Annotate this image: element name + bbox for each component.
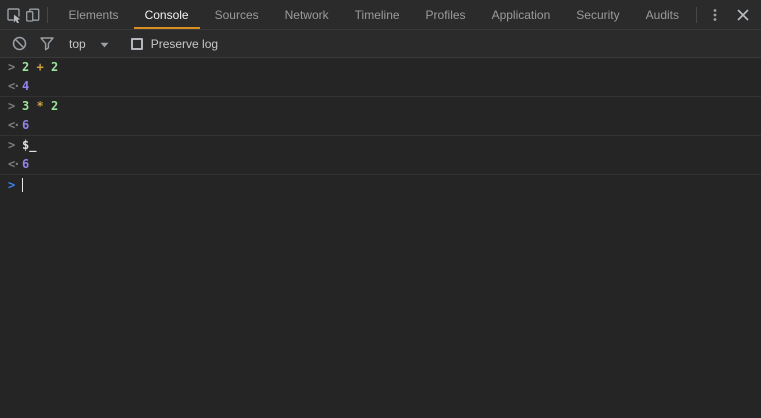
funnel-icon	[39, 36, 55, 51]
console-result-value: 6	[22, 157, 30, 171]
execution-context-selector[interactable]: top	[69, 37, 109, 51]
console-input-row: > $_	[0, 136, 761, 155]
tab-sources[interactable]: Sources	[202, 0, 272, 29]
panel-tabs: Elements Console Sources Network Timeline Pro…	[56, 0, 692, 29]
tab-network[interactable]: Network	[272, 0, 342, 29]
inspect-element-button[interactable]	[4, 2, 23, 28]
text-cursor	[22, 178, 23, 192]
tab-application[interactable]: Application	[479, 0, 564, 29]
device-toolbar-button[interactable]	[23, 2, 42, 28]
tab-security[interactable]: Security	[563, 0, 632, 29]
devtools-tabbar: Elements Console Sources Network Timeline Pro…	[0, 0, 761, 30]
console-output: >2 + 2 <· 4 >3 * 2 <· 6 > $_ <· 6 >	[0, 58, 761, 418]
kebab-menu-icon	[707, 7, 723, 23]
block-circle-icon	[12, 36, 27, 51]
close-icon	[736, 8, 750, 22]
close-devtools-button[interactable]	[729, 2, 757, 28]
return-value-icon: <·	[8, 79, 20, 93]
clear-console-button[interactable]	[5, 31, 33, 57]
console-result-row: <· 6	[0, 116, 761, 135]
tab-audits[interactable]: Audits	[633, 0, 692, 29]
more-options-button[interactable]	[701, 2, 729, 28]
console-input-row: >2 + 2	[0, 58, 761, 77]
console-entry: >3 * 2 <· 6	[0, 97, 761, 136]
console-input-expression: $_	[22, 138, 37, 152]
filter-button[interactable]	[33, 31, 61, 57]
chevron-down-icon	[100, 37, 109, 51]
return-value-icon: <·	[8, 118, 20, 132]
preserve-log-toggle[interactable]: Preserve log	[130, 36, 219, 51]
execution-context-label: top	[69, 36, 86, 51]
console-input-expression: 2 + 2	[22, 60, 59, 74]
console-result-row: <· 6	[0, 155, 761, 174]
history-prompt-icon: >	[8, 138, 16, 152]
console-toolbar: top Preserve log	[0, 30, 761, 58]
tab-elements[interactable]: Elements	[56, 0, 132, 29]
console-entry: > $_ <· 6	[0, 136, 761, 175]
console-result-row: <· 4	[0, 77, 761, 96]
tabbar-right-controls	[692, 0, 761, 29]
console-entry: >2 + 2 <· 4	[0, 58, 761, 97]
toolbar-divider	[46, 6, 48, 23]
console-input-expression: 3 * 2	[22, 99, 59, 113]
return-value-icon: <·	[8, 157, 20, 171]
tab-console[interactable]: Console	[132, 0, 202, 29]
tab-timeline[interactable]: Timeline	[342, 0, 413, 29]
tab-profiles[interactable]: Profiles	[413, 0, 479, 29]
console-input-row: >3 * 2	[0, 97, 761, 116]
device-toolbar-icon	[25, 7, 41, 23]
devtools-panel: Elements Console Sources Network Timeline Pro…	[0, 0, 761, 418]
history-prompt-icon: >	[8, 60, 16, 74]
preserve-log-label: Preserve log	[150, 36, 219, 51]
history-prompt-icon: >	[8, 99, 16, 113]
preserve-log-checkbox[interactable]	[130, 37, 143, 50]
toolbar-divider	[696, 6, 697, 23]
console-result-value: 6	[22, 118, 30, 132]
prompt-chevron-icon: >	[8, 178, 16, 192]
inspect-cursor-icon	[6, 7, 22, 23]
console-prompt[interactable]: >	[0, 175, 761, 195]
console-result-value: 4	[22, 79, 30, 93]
